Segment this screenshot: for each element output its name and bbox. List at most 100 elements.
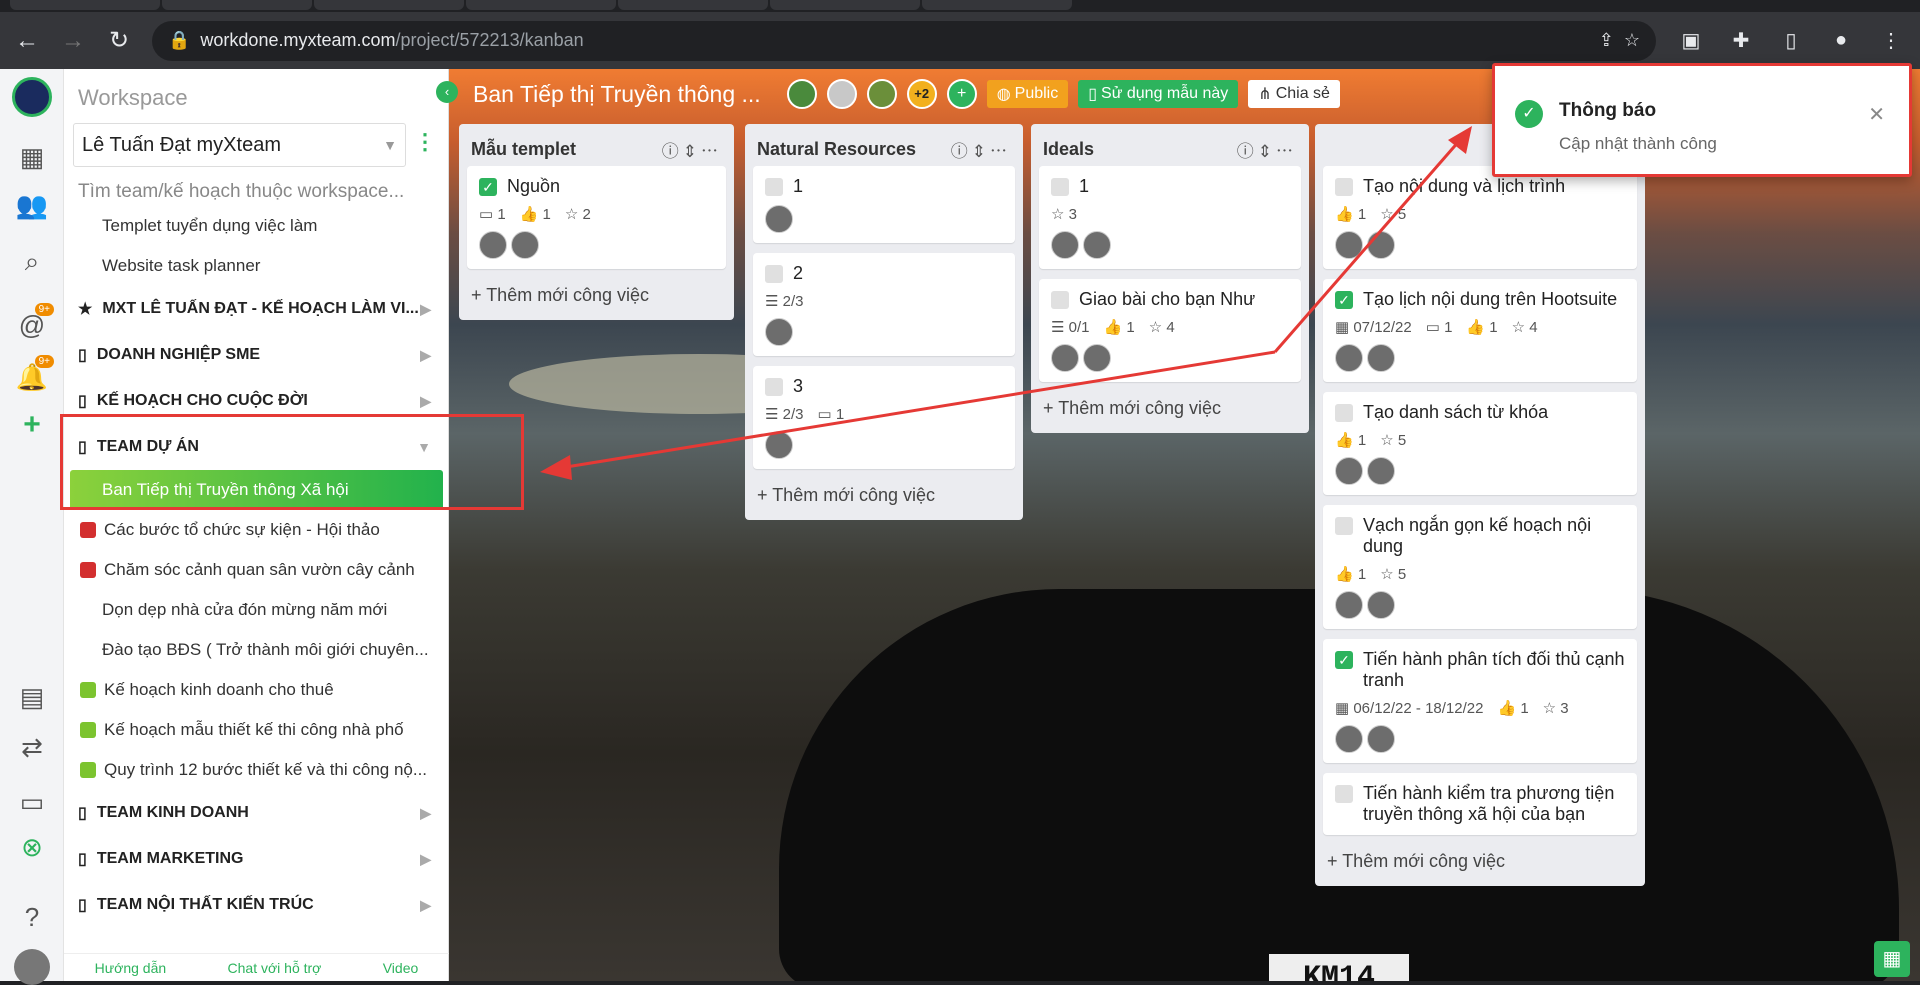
assignee-avatar[interactable]: [1367, 591, 1395, 619]
assignee-avatar[interactable]: [1083, 231, 1111, 259]
assignee-avatar[interactable]: [765, 205, 793, 233]
member-avatar[interactable]: [826, 79, 857, 109]
use-template-button[interactable]: ▯ Sử dụng mẫu này: [1078, 80, 1239, 108]
help-icon[interactable]: ?: [14, 899, 50, 935]
task-card[interactable]: 1 ☆ 3: [1039, 166, 1301, 269]
column-title[interactable]: Natural Resources: [757, 139, 916, 160]
browser-tab[interactable]: [10, 0, 160, 10]
add-task-button[interactable]: + Thêm mới công việc: [467, 279, 726, 312]
bell-icon[interactable]: 🔔 9+: [14, 355, 54, 395]
sidebar-item[interactable]: Các bước tổ chức sự kiện - Hội thảo: [64, 510, 449, 550]
assignee-avatar[interactable]: [1335, 725, 1363, 753]
task-checkbox[interactable]: [1335, 404, 1353, 422]
menu-icon[interactable]: ⋮: [1876, 28, 1906, 53]
assignee-avatar[interactable]: [1335, 231, 1363, 259]
sidebar-item[interactable]: Dọn dẹp nhà cửa đón mừng năm mới: [64, 590, 449, 630]
column-title[interactable]: Mẫu templet: [471, 139, 576, 160]
board-title[interactable]: Ban Tiếp thị Truyền thông ...: [473, 81, 761, 108]
add-task-button[interactable]: + Thêm mới công việc: [753, 479, 1015, 512]
browser-tab[interactable]: [770, 0, 920, 10]
transfer-icon[interactable]: ⇄: [14, 729, 50, 765]
task-checkbox[interactable]: ✓: [1335, 291, 1353, 309]
task-checkbox[interactable]: [765, 378, 783, 396]
public-button[interactable]: ◍ Public: [986, 80, 1069, 108]
column-menu-icon[interactable]: ⓘ⇕⋯: [662, 137, 722, 162]
chevron-right-icon[interactable]: ▶: [420, 347, 431, 364]
search-icon[interactable]: ⌕: [14, 244, 50, 280]
task-checkbox[interactable]: [1051, 291, 1069, 309]
close-icon[interactable]: ✕: [1868, 102, 1885, 127]
drive-icon[interactable]: ▭: [14, 784, 50, 820]
chat-support-link[interactable]: Chat với hỗ trợ: [228, 960, 322, 976]
workspace-select[interactable]: Lê Tuấn Đạt myXteam ▼: [73, 123, 406, 167]
add-task-button[interactable]: + Thêm mới công việc: [1323, 845, 1637, 878]
browser-tab[interactable]: [922, 0, 1072, 10]
share-page-icon[interactable]: ⇪: [1599, 30, 1614, 51]
collapse-sidebar-button[interactable]: ‹: [436, 81, 458, 103]
task-card[interactable]: Giao bài cho bạn Như ☰ 0/1 👍 1 ☆ 4: [1039, 279, 1301, 382]
task-card[interactable]: Tạo nội dung và lịch trình 👍 1 ☆ 5: [1323, 166, 1637, 269]
bookmark-star-icon[interactable]: ☆: [1624, 30, 1640, 51]
task-card[interactable]: Vạch ngắn gọn kế hoạch nội dung 👍 1 ☆ 5: [1323, 505, 1637, 629]
add-icon[interactable]: +: [14, 407, 50, 443]
task-checkbox[interactable]: [1335, 178, 1353, 196]
assignee-avatar[interactable]: [1051, 231, 1079, 259]
sidebar-item[interactable]: Đào tạo BĐS ( Trở thành môi giới chuyên.…: [64, 630, 449, 670]
sidebar-item[interactable]: Kế hoạch kinh doanh cho thuê: [64, 670, 449, 710]
video-link[interactable]: Video: [383, 960, 419, 976]
sidebar-item[interactable]: Website task planner: [64, 246, 449, 286]
assignee-avatar[interactable]: [1051, 344, 1079, 372]
browser-tab[interactable]: [314, 0, 464, 10]
task-checkbox[interactable]: [1051, 178, 1069, 196]
grid-apps-button[interactable]: ▦: [1874, 941, 1910, 977]
sidebar-group[interactable]: ▯ DOANH NGHIỆP SME ▶: [64, 332, 449, 378]
task-checkbox[interactable]: ✓: [479, 178, 497, 196]
assignee-avatar[interactable]: [1367, 231, 1395, 259]
task-checkbox[interactable]: [765, 265, 783, 283]
add-member-icon[interactable]: +: [946, 79, 977, 109]
browser-tab[interactable]: [162, 0, 312, 10]
extension-icon[interactable]: ▣: [1676, 28, 1706, 53]
mention-icon[interactable]: @9+: [14, 303, 54, 343]
share-button[interactable]: ⋔ Chia sẻ: [1248, 80, 1340, 108]
back-icon[interactable]: ←: [14, 27, 40, 55]
assignee-avatar[interactable]: [1367, 344, 1395, 372]
sidebar-group[interactable]: ★ MXT LÊ TUẤN ĐẠT - KẾ HOẠCH LÀM VI... ▶: [64, 286, 449, 332]
workspace-more-icon[interactable]: ⋮: [414, 129, 436, 155]
sidepanel-icon[interactable]: ▯: [1776, 28, 1806, 53]
browser-tab[interactable]: [466, 0, 616, 10]
column-title[interactable]: Ideals: [1043, 139, 1094, 160]
task-card[interactable]: 3 ☰ 2/3 ▭ 1: [753, 366, 1015, 469]
chevron-right-icon[interactable]: ▶: [420, 393, 431, 410]
task-checkbox[interactable]: ✓: [1335, 651, 1353, 669]
assignee-avatar[interactable]: [1335, 457, 1363, 485]
task-checkbox[interactable]: [765, 178, 783, 196]
forward-icon[interactable]: →: [60, 27, 86, 55]
assignee-avatar[interactable]: [479, 231, 507, 259]
chevron-right-icon[interactable]: ▶: [420, 301, 431, 318]
task-checkbox[interactable]: [1335, 785, 1353, 803]
assignee-avatar[interactable]: [1367, 457, 1395, 485]
sidebar-item[interactable]: Quy trình 12 bước thiết kế và thi công n…: [64, 750, 449, 790]
puzzle-icon[interactable]: ✚: [1726, 28, 1756, 53]
team-icon[interactable]: 👥: [14, 187, 50, 223]
add-task-button[interactable]: + Thêm mới công việc: [1039, 392, 1301, 425]
chevron-right-icon[interactable]: ▶: [420, 897, 431, 914]
assignee-avatar[interactable]: [1083, 344, 1111, 372]
task-card[interactable]: Tiến hành kiểm tra phương tiện truyền th…: [1323, 773, 1637, 835]
task-card[interactable]: 2 ☰ 2/3: [753, 253, 1015, 356]
reload-icon[interactable]: ↻: [106, 26, 132, 55]
extra-members-count[interactable]: +2: [906, 79, 937, 109]
assignee-avatar[interactable]: [511, 231, 539, 259]
chevron-right-icon[interactable]: ▶: [420, 805, 431, 822]
browser-tab[interactable]: [618, 0, 768, 10]
user-avatar[interactable]: [14, 949, 50, 985]
task-card[interactable]: ✓ Nguồn ▭ 1 👍 1 ☆ 2: [467, 166, 726, 269]
workspace-logo[interactable]: [12, 77, 52, 117]
address-bar[interactable]: 🔒 workdone.myxteam.com/project/572213/ka…: [152, 20, 1656, 61]
assignee-avatar[interactable]: [765, 318, 793, 346]
task-card[interactable]: Tạo danh sách từ khóa 👍 1 ☆ 5: [1323, 392, 1637, 495]
task-card[interactable]: ✓ Tiến hành phân tích đối thủ cạnh tranh ▦…: [1323, 639, 1637, 763]
assignee-avatar[interactable]: [1367, 725, 1395, 753]
assignee-avatar[interactable]: [1335, 344, 1363, 372]
